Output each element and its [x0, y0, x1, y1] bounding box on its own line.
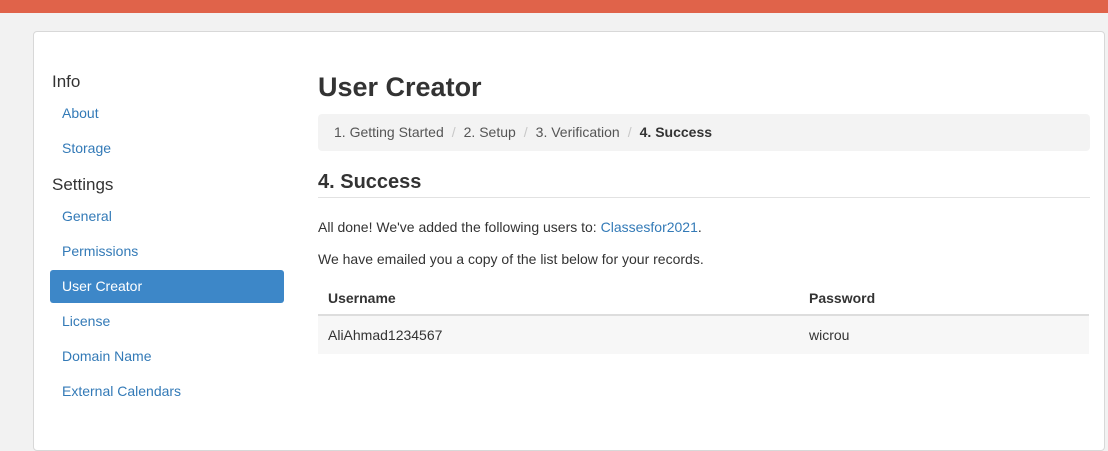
email-notice: We have emailed you a copy of the list b…	[318, 251, 704, 267]
sidebar-item-permissions[interactable]: Permissions	[50, 235, 284, 268]
main-content: User Creator 1. Getting Started / 2. Setup…	[318, 69, 1090, 354]
sidebar-item-license[interactable]: License	[50, 305, 284, 338]
page-title: User Creator	[318, 72, 482, 102]
breadcrumb-separator: /	[523, 124, 528, 140]
class-link[interactable]: Classesfor2021	[601, 219, 698, 235]
sidebar-item-storage[interactable]: Storage	[50, 132, 284, 165]
breadcrumb-step-getting-started: 1. Getting Started	[334, 124, 444, 140]
success-message-suffix: .	[697, 219, 702, 235]
sidebar-heading-settings: Settings	[52, 175, 114, 194]
breadcrumb-separator: /	[451, 124, 456, 140]
breadcrumb-step-success: 4. Success	[639, 124, 713, 140]
users-table: Username Password AliAhmad1234567 wicrou	[318, 282, 1089, 354]
table-row: AliAhmad1234567 wicrou	[318, 315, 1089, 354]
sidebar-heading-info: Info	[52, 72, 81, 91]
sidebar-item-general[interactable]: General	[50, 200, 284, 233]
sidebar-item-user-creator[interactable]: User Creator	[50, 270, 284, 303]
sidebar-item-about[interactable]: About	[50, 97, 284, 130]
table-header-row: Username Password	[318, 282, 1089, 316]
cell-password: wicrou	[799, 315, 1089, 354]
success-message: All done! We've added the following user…	[318, 218, 1090, 236]
sidebar: Info About Storage Settings General Perm…	[50, 70, 284, 410]
breadcrumb: 1. Getting Started / 2. Setup / 3. Verificat…	[318, 114, 1090, 151]
success-message-prefix: All done! We've added the following user…	[318, 219, 601, 235]
column-header-username: Username	[318, 282, 799, 316]
breadcrumb-step-verification: 3. Verification	[535, 124, 620, 140]
top-accent-bar	[0, 0, 1108, 13]
sidebar-item-external-calendars[interactable]: External Calendars	[50, 375, 284, 408]
section-title: 4. Success	[318, 168, 1090, 198]
breadcrumb-separator: /	[627, 124, 632, 140]
cell-username: AliAhmad1234567	[318, 315, 799, 354]
breadcrumb-step-setup: 2. Setup	[463, 124, 516, 140]
sidebar-item-domain-name[interactable]: Domain Name	[50, 340, 284, 373]
content-panel: Info About Storage Settings General Perm…	[33, 31, 1105, 451]
column-header-password: Password	[799, 282, 1089, 316]
